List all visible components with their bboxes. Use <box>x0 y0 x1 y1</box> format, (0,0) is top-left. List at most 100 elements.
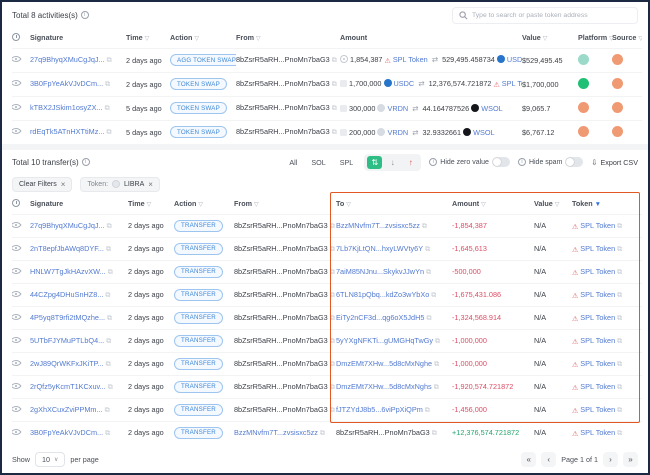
filter-icon[interactable]: ▽ <box>346 202 351 208</box>
prev-page-button[interactable]: ‹ <box>541 452 556 467</box>
copy-icon[interactable]: ⧉ <box>422 223 427 230</box>
token-out-link[interactable]: VRDN <box>387 128 408 137</box>
copy-icon[interactable]: ⧉ <box>105 430 110 437</box>
signature-link[interactable]: 3B0FpYeAkVJvDCm... <box>30 428 103 437</box>
copy-icon[interactable]: ⧉ <box>332 81 337 88</box>
signature-link[interactable]: rdEqTk5ATnHXTtiMz... <box>30 127 104 136</box>
col-amount[interactable]: Amount▽ <box>452 194 534 214</box>
copy-icon[interactable]: ⧉ <box>617 269 622 276</box>
copy-icon[interactable]: ⧉ <box>332 57 337 64</box>
copy-icon[interactable]: ⧉ <box>105 292 110 299</box>
preview-eye-icon[interactable] <box>12 403 22 414</box>
copy-icon[interactable]: ⧉ <box>425 407 430 414</box>
col-platform[interactable]: Platform▽ <box>578 28 612 48</box>
copy-icon[interactable]: ⧉ <box>330 361 335 368</box>
signature-link[interactable]: 3B0FpYeAkVJvDCm... <box>30 79 103 88</box>
token-link[interactable]: SPL Token <box>580 428 615 437</box>
filter-tab-all[interactable]: All <box>286 156 300 169</box>
token-filter-chip[interactable]: Token: LIBRA × <box>80 177 160 192</box>
copy-icon[interactable]: ⧉ <box>330 269 335 276</box>
col-from[interactable]: From▽ <box>236 28 340 48</box>
filter-icon[interactable]: ▽ <box>638 36 642 42</box>
copy-icon[interactable]: ⧉ <box>330 384 335 391</box>
first-page-button[interactable]: « <box>521 452 536 467</box>
filter-tab-spl[interactable]: SPL <box>337 156 357 169</box>
copy-icon[interactable]: ⧉ <box>105 105 110 112</box>
token-link[interactable]: SPL Token <box>580 244 615 253</box>
token-search[interactable] <box>452 7 638 24</box>
copy-icon[interactable]: ⧉ <box>617 223 622 230</box>
signature-link[interactable]: 2nT8epfJbAWq8DYF... <box>30 244 104 253</box>
copy-icon[interactable]: ⧉ <box>332 129 337 136</box>
filter-icon[interactable]: ▽ <box>481 202 486 208</box>
signature-link[interactable]: 27q9BhyqXMuCgJqJ... <box>30 55 105 64</box>
preview-eye-icon[interactable] <box>12 288 22 299</box>
copy-icon[interactable]: ⧉ <box>106 338 111 345</box>
copy-icon[interactable]: ⧉ <box>106 246 111 253</box>
col-value[interactable]: Value▽ <box>522 28 578 48</box>
preview-eye-icon[interactable] <box>12 242 22 253</box>
source-icon[interactable] <box>612 102 623 113</box>
clear-filters-chip[interactable]: Clear Filters × <box>12 177 72 192</box>
direction-in-button[interactable]: ↓ <box>385 156 400 169</box>
filter-icon-active[interactable]: ▼ <box>595 201 601 208</box>
copy-icon[interactable]: ⧉ <box>425 246 430 253</box>
copy-icon[interactable]: ⧉ <box>332 105 337 112</box>
filter-icon[interactable]: ▽ <box>194 36 199 42</box>
token-in-link[interactable]: USDC <box>507 55 522 64</box>
preview-eye-icon[interactable] <box>12 126 22 137</box>
copy-icon[interactable]: ⧉ <box>106 129 111 136</box>
col-time[interactable]: Time▽ <box>126 28 170 48</box>
copy-icon[interactable]: ⧉ <box>426 269 431 276</box>
col-time[interactable]: Time▽ <box>128 194 174 214</box>
signature-link[interactable]: 2wJ89QrWKFxJKiTP... <box>30 359 104 368</box>
preview-eye-icon[interactable] <box>12 357 22 368</box>
page-size-select[interactable]: 10 ∨ <box>35 452 65 467</box>
search-input[interactable] <box>472 12 631 19</box>
token-link[interactable]: SPL Token <box>580 405 615 414</box>
hide-zero-toggle[interactable] <box>492 157 510 167</box>
platform-icon[interactable] <box>578 54 589 65</box>
token-link[interactable]: SPL Token <box>580 336 615 345</box>
copy-icon[interactable]: ⧉ <box>330 315 335 322</box>
preview-eye-icon[interactable] <box>12 265 22 276</box>
col-action[interactable]: Action▽ <box>170 28 236 48</box>
signature-link[interactable]: 27q9BhyqXMuCgJqJ... <box>30 221 105 230</box>
copy-icon[interactable]: ⧉ <box>617 384 622 391</box>
token-in-link[interactable]: WSOL <box>473 128 495 137</box>
preview-eye-icon[interactable] <box>12 77 22 88</box>
copy-icon[interactable]: ⧉ <box>107 223 112 230</box>
copy-icon[interactable]: ⧉ <box>320 430 325 437</box>
filter-tab-sol[interactable]: SOL <box>308 156 328 169</box>
signature-link[interactable]: kTBX2JSkim1osyZX... <box>30 103 103 112</box>
last-page-button[interactable]: » <box>623 452 638 467</box>
signature-link[interactable]: 5UTbFJYMuPTLbQ4... <box>30 336 104 345</box>
copy-icon[interactable]: ⧉ <box>617 338 622 345</box>
filter-icon[interactable]: ▽ <box>198 202 203 208</box>
copy-icon[interactable]: ⧉ <box>108 269 113 276</box>
preview-eye-icon[interactable] <box>12 426 22 437</box>
filter-icon[interactable]: ▽ <box>145 36 150 42</box>
col-token[interactable]: Token▼ <box>572 194 642 214</box>
token-out-link[interactable]: VRDN <box>387 104 408 113</box>
copy-icon[interactable]: ⧉ <box>431 292 436 299</box>
copy-icon[interactable]: ⧉ <box>330 292 335 299</box>
signature-link[interactable]: 44CZpg4DHuSnHZ8... <box>30 290 103 299</box>
filter-icon[interactable]: ▽ <box>256 36 261 42</box>
col-from[interactable]: From▽ <box>234 194 336 214</box>
signature-link[interactable]: 4P5yq8T9rfi2tMQzhe... <box>30 313 105 322</box>
signature-link[interactable]: 2rQfz5yKcmT1KCxuv... <box>30 382 106 391</box>
copy-icon[interactable]: ⧉ <box>434 384 439 391</box>
preview-eye-icon[interactable] <box>12 53 22 64</box>
close-icon[interactable]: × <box>61 180 66 189</box>
copy-icon[interactable]: ⧉ <box>617 292 622 299</box>
copy-icon[interactable]: ⧉ <box>106 361 111 368</box>
direction-both-button[interactable]: ⇅ <box>367 156 382 169</box>
copy-icon[interactable]: ⧉ <box>330 407 335 414</box>
preview-eye-icon[interactable] <box>12 219 22 230</box>
copy-icon[interactable]: ⧉ <box>330 246 335 253</box>
col-value[interactable]: Value▽ <box>534 194 572 214</box>
token-link[interactable]: SPL Token <box>580 221 615 230</box>
col-to[interactable]: To▽ <box>336 194 452 214</box>
col-source[interactable]: Source▽ <box>612 28 642 48</box>
